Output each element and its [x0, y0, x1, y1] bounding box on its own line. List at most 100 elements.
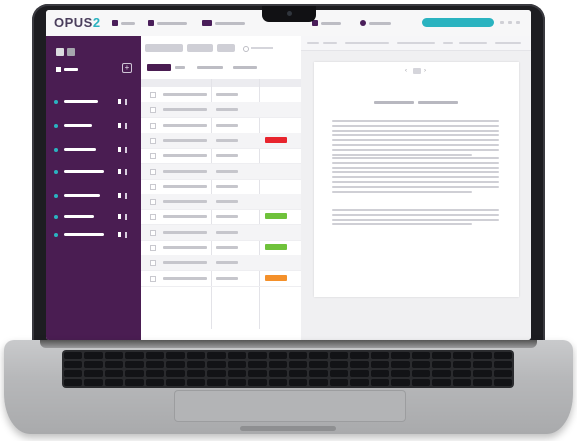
keyboard-key: [329, 361, 349, 368]
more-icon[interactable]: [125, 169, 127, 175]
tool-edit[interactable]: [233, 66, 257, 69]
status-dot: [54, 215, 58, 219]
add-button[interactable]: +: [122, 63, 132, 73]
row-checkbox[interactable]: [150, 229, 156, 236]
sidebar-item[interactable]: [54, 193, 134, 199]
keyboard-key: [432, 361, 451, 368]
keyboard: [62, 350, 514, 388]
nav-folders[interactable]: [148, 18, 187, 28]
keyboard-key: [64, 361, 83, 368]
viewer-tool[interactable]: [397, 42, 435, 44]
issue-tag[interactable]: [265, 244, 287, 250]
front-lip: [240, 426, 336, 431]
text-line-placeholder: [332, 176, 499, 179]
table-row[interactable]: [141, 179, 301, 195]
row-checkbox[interactable]: [150, 275, 156, 282]
table-row[interactable]: [141, 194, 301, 211]
sidebar-home[interactable]: [56, 67, 80, 72]
table-row[interactable]: [141, 87, 301, 103]
sidebar-item[interactable]: [54, 123, 134, 129]
row-title-placeholder: [163, 93, 207, 96]
issue-tag[interactable]: [265, 136, 287, 143]
viewer-tool[interactable]: [495, 42, 521, 44]
row-checkbox[interactable]: [150, 199, 156, 206]
viewer-tool[interactable]: [443, 42, 453, 44]
sidebar-item[interactable]: [54, 147, 134, 153]
keyboard-key: [473, 352, 492, 359]
keyboard-key: [248, 379, 267, 386]
table-row[interactable]: [141, 209, 301, 226]
more-icon[interactable]: [125, 123, 127, 129]
viewer-tool[interactable]: [459, 42, 487, 44]
row-checkbox[interactable]: [150, 214, 156, 221]
sort-dropdown[interactable]: [187, 44, 213, 52]
row-checkbox[interactable]: [150, 260, 156, 267]
nav-people[interactable]: [202, 18, 245, 28]
table-row[interactable]: [141, 148, 301, 165]
keyboard-key: [370, 361, 390, 368]
keyboard-key: [411, 352, 431, 359]
trackpad: [174, 390, 406, 422]
keyboard-key: [186, 379, 206, 386]
row-checkbox[interactable]: [150, 168, 156, 175]
sidebar-item[interactable]: [54, 169, 134, 175]
table-row[interactable]: [141, 255, 301, 272]
view-toggle-grid[interactable]: [56, 48, 64, 56]
keyboard-key: [309, 361, 328, 368]
row-checkbox[interactable]: [150, 107, 156, 114]
keyboard-key: [104, 361, 124, 368]
row-checkbox[interactable]: [150, 122, 156, 129]
keyboard-key: [64, 370, 83, 377]
table-row[interactable]: [141, 118, 301, 134]
clock-icon[interactable]: [243, 46, 249, 52]
tool-group-by[interactable]: [197, 66, 223, 69]
row-checkbox[interactable]: [150, 92, 156, 98]
sidebar-item[interactable]: [54, 214, 134, 220]
window-controls[interactable]: [500, 21, 524, 24]
viewer-tool[interactable]: [345, 42, 389, 44]
row-checkbox[interactable]: [150, 183, 156, 190]
more-icon[interactable]: [125, 99, 127, 105]
viewer-tool[interactable]: [323, 42, 337, 44]
row-checkbox[interactable]: [150, 137, 156, 144]
primary-action-button[interactable]: [422, 18, 494, 27]
more-icon[interactable]: [125, 214, 127, 220]
tab-documents[interactable]: [147, 64, 171, 71]
keyboard-key: [473, 370, 492, 377]
issue-tag[interactable]: [265, 274, 287, 281]
issue-tag[interactable]: [265, 213, 287, 220]
text-line-placeholder: [332, 171, 499, 174]
table-row[interactable]: [141, 271, 301, 287]
nav-home[interactable]: [112, 18, 135, 28]
view-button[interactable]: [217, 44, 235, 52]
page-number-box[interactable]: [413, 68, 421, 74]
table-row[interactable]: [141, 163, 301, 180]
filter-dropdown[interactable]: [145, 44, 183, 52]
view-toggle-list[interactable]: [67, 48, 75, 56]
nav-search[interactable]: [360, 18, 391, 28]
sidebar-item[interactable]: [54, 232, 134, 238]
table-row[interactable]: [141, 132, 301, 149]
keyboard-key: [329, 379, 349, 386]
keyboard-key: [207, 370, 226, 377]
row-checkbox[interactable]: [150, 245, 156, 251]
table-row[interactable]: [141, 102, 301, 119]
table-row[interactable]: [141, 224, 301, 241]
more-icon[interactable]: [125, 147, 127, 153]
keyboard-key: [145, 370, 165, 377]
prev-page-icon[interactable]: ‹: [405, 68, 407, 74]
keyboard-key: [145, 379, 165, 386]
row-title-placeholder: [163, 138, 207, 142]
sidebar-item[interactable]: [54, 99, 134, 105]
text-line-placeholder: [332, 139, 499, 142]
sidebar-item-label: [64, 170, 104, 173]
row-checkbox[interactable]: [150, 153, 156, 160]
viewer-tool[interactable]: [307, 42, 319, 44]
next-page-icon[interactable]: ›: [424, 68, 426, 74]
table-row[interactable]: [141, 240, 301, 256]
opus2-logo[interactable]: OPUS2: [54, 15, 101, 30]
more-icon[interactable]: [125, 193, 127, 199]
more-icon[interactable]: [125, 232, 127, 238]
tool-columns[interactable]: [175, 66, 185, 69]
nav-favorites[interactable]: [312, 18, 341, 28]
